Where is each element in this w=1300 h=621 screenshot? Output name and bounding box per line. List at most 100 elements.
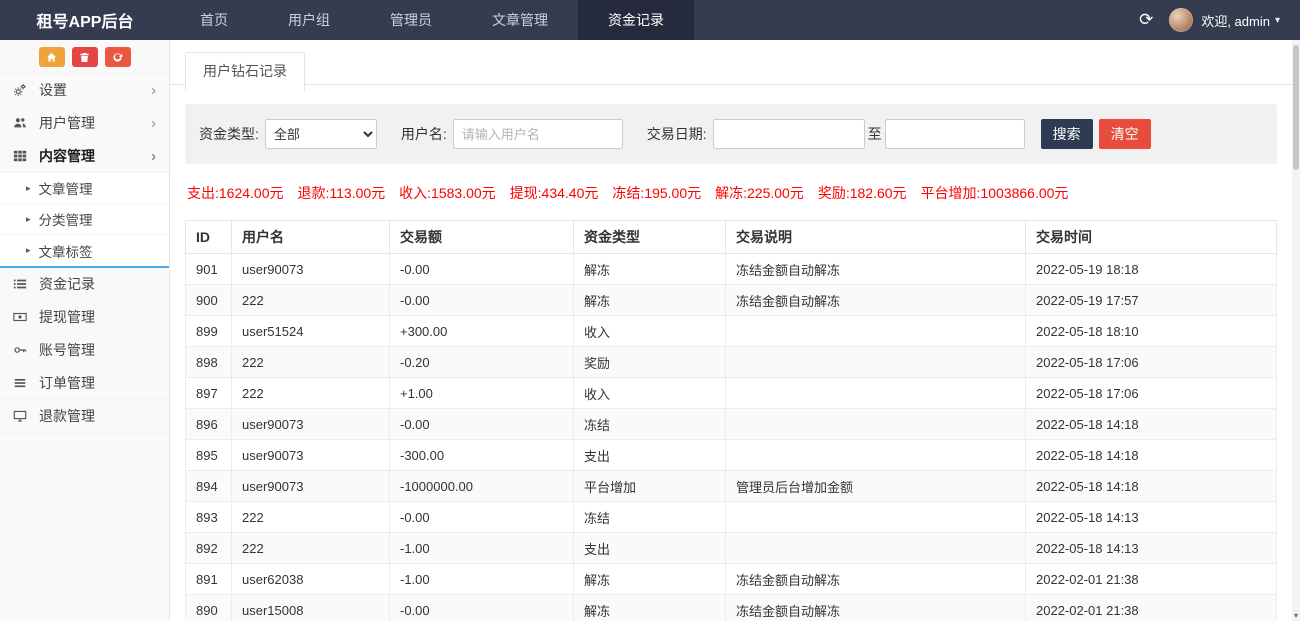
sidebar-item-label: 设置 [39, 80, 67, 100]
gear-icon [13, 83, 30, 97]
submenu-item-article-tags[interactable]: ▸ 文章标签 [0, 235, 169, 266]
tab-user-diamond-records[interactable]: 用户钻石记录 [185, 52, 305, 91]
date-label: 交易日期: [647, 124, 707, 144]
table-row[interactable]: 896 user90073 -0.00 冻结 2022-05-18 14:18 [186, 409, 1277, 440]
sidebar-item-fund-records[interactable]: 资金记录 [0, 268, 169, 301]
submenu-item-label: 文章管理 [39, 178, 93, 198]
cell-description [726, 409, 1026, 440]
clear-cache-button[interactable] [72, 47, 98, 67]
table-row[interactable]: 895 user90073 -300.00 支出 2022-05-18 14:1… [186, 440, 1277, 471]
cell-fund-type: 解冻 [574, 254, 726, 285]
sidebar-item-account-management[interactable]: 账号管理 [0, 334, 169, 367]
vertical-scrollbar[interactable]: ▾ [1292, 40, 1300, 621]
scrollbar-down-arrow-icon[interactable]: ▾ [1292, 611, 1300, 620]
user-menu[interactable]: 欢迎, admin [1201, 11, 1270, 30]
cell-amount: -1.00 [390, 533, 574, 564]
table-row[interactable]: 894 user90073 -1000000.00 平台增加 管理员后台增加金额… [186, 471, 1277, 502]
cell-username: user51524 [232, 316, 390, 347]
chevron-right-icon: › [151, 83, 156, 98]
cell-time: 2022-05-18 17:06 [1026, 347, 1277, 378]
table-row[interactable]: 893 222 -0.00 冻结 2022-05-18 14:13 [186, 502, 1277, 533]
submenu-arrow-icon: ▸ [26, 245, 31, 256]
clear-button[interactable]: 清空 [1099, 119, 1151, 149]
cell-fund-type: 支出 [574, 533, 726, 564]
tab-strip: 用户钻石记录 [170, 40, 1292, 85]
cell-fund-type: 冻结 [574, 502, 726, 533]
cell-time: 2022-05-18 14:18 [1026, 440, 1277, 471]
cell-time: 2022-05-18 18:10 [1026, 316, 1277, 347]
search-button[interactable]: 搜索 [1041, 119, 1093, 149]
cell-amount: -1.00 [390, 564, 574, 595]
cell-description: 管理员后台增加金额 [726, 471, 1026, 502]
list-icon [13, 277, 30, 291]
cell-id: 893 [186, 502, 232, 533]
date-from-input[interactable] [713, 119, 865, 149]
sidebar-item-label: 退款管理 [39, 406, 95, 426]
sidebar-item-content-management[interactable]: 内容管理 › [0, 140, 169, 173]
submenu-item-category-management[interactable]: ▸ 分类管理 [0, 204, 169, 235]
cell-amount: -0.20 [390, 347, 574, 378]
cell-description [726, 440, 1026, 471]
sidebar-item-label: 订单管理 [39, 373, 95, 393]
cell-description [726, 347, 1026, 378]
column-header-amount[interactable]: 交易额 [390, 221, 574, 254]
table-row[interactable]: 901 user90073 -0.00 解冻 冻结金额自动解冻 2022-05-… [186, 254, 1277, 285]
reload-button[interactable] [105, 47, 131, 67]
sidebar-item-user-management[interactable]: 用户管理 › [0, 107, 169, 140]
cell-fund-type: 冻结 [574, 409, 726, 440]
table-row[interactable]: 897 222 +1.00 收入 2022-05-18 17:06 [186, 378, 1277, 409]
table-row[interactable]: 890 user15008 -0.00 解冻 冻结金额自动解冻 2022-02-… [186, 595, 1277, 621]
reload-icon [112, 52, 123, 63]
records-panel: 资金类型: 全部 用户名: 交易日期: 至 搜索 清空 支出:1624.00元 … [170, 85, 1292, 621]
key-icon [13, 343, 30, 357]
cell-description [726, 502, 1026, 533]
content-management-submenu: ▸ 文章管理 ▸ 分类管理 ▸ 文章标签 [0, 173, 169, 268]
avatar[interactable] [1169, 8, 1193, 32]
username-input[interactable] [453, 119, 623, 149]
fund-type-select[interactable]: 全部 [265, 119, 377, 149]
column-header-fund-type[interactable]: 资金类型 [574, 221, 726, 254]
sidebar-item-refund-management[interactable]: 退款管理 [0, 400, 169, 433]
nav-item-admins[interactable]: 管理员 [360, 0, 462, 40]
cell-time: 2022-02-01 21:38 [1026, 564, 1277, 595]
submenu-item-article-management[interactable]: ▸ 文章管理 [0, 173, 169, 204]
column-header-username[interactable]: 用户名 [232, 221, 390, 254]
sidebar-item-withdrawal-management[interactable]: 提现管理 [0, 301, 169, 334]
scrollbar-thumb[interactable] [1293, 45, 1299, 170]
column-header-description[interactable]: 交易说明 [726, 221, 1026, 254]
submenu-item-label: 分类管理 [39, 209, 93, 229]
top-nav: 首页 用户组 管理员 文章管理 资金记录 [170, 0, 694, 40]
table-row[interactable]: 898 222 -0.20 奖励 2022-05-18 17:06 [186, 347, 1277, 378]
brand[interactable]: 租号APP后台 [0, 8, 170, 32]
date-to-input[interactable] [885, 119, 1025, 149]
nav-item-home[interactable]: 首页 [170, 0, 258, 40]
cell-amount: -0.00 [390, 254, 574, 285]
cell-username: 222 [232, 347, 390, 378]
summary-refund: 退款:113.00元 [298, 183, 386, 203]
sidebar-item-order-management[interactable]: 订单管理 [0, 367, 169, 400]
cell-fund-type: 平台增加 [574, 471, 726, 502]
refresh-icon[interactable]: ⟳ [1139, 10, 1153, 30]
cell-time: 2022-05-19 18:18 [1026, 254, 1277, 285]
table-row[interactable]: 892 222 -1.00 支出 2022-05-18 14:13 [186, 533, 1277, 564]
cell-fund-type: 解冻 [574, 595, 726, 621]
sidebar-item-settings[interactable]: 设置 › [0, 74, 169, 107]
summary-reward: 奖励:182.60元 [818, 183, 907, 203]
caret-down-icon: ▾ [1275, 15, 1280, 26]
table-row[interactable]: 899 user51524 +300.00 收入 2022-05-18 18:1… [186, 316, 1277, 347]
home-button[interactable] [39, 47, 65, 67]
nav-item-fund-records[interactable]: 资金记录 [578, 0, 694, 40]
table-row[interactable]: 900 222 -0.00 解冻 冻结金额自动解冻 2022-05-19 17:… [186, 285, 1277, 316]
cell-description: 冻结金额自动解冻 [726, 254, 1026, 285]
cell-fund-type: 解冻 [574, 564, 726, 595]
column-header-time[interactable]: 交易时间 [1026, 221, 1277, 254]
cell-time: 2022-05-18 14:18 [1026, 471, 1277, 502]
nav-item-article-management[interactable]: 文章管理 [462, 0, 578, 40]
cell-id: 891 [186, 564, 232, 595]
trash-icon [79, 52, 90, 63]
table-row[interactable]: 891 user62038 -1.00 解冻 冻结金额自动解冻 2022-02-… [186, 564, 1277, 595]
column-header-id[interactable]: ID [186, 221, 232, 254]
nav-item-user-groups[interactable]: 用户组 [258, 0, 360, 40]
cell-description [726, 533, 1026, 564]
records-table: ID 用户名 交易额 资金类型 交易说明 交易时间 901 user90073 … [185, 220, 1277, 621]
